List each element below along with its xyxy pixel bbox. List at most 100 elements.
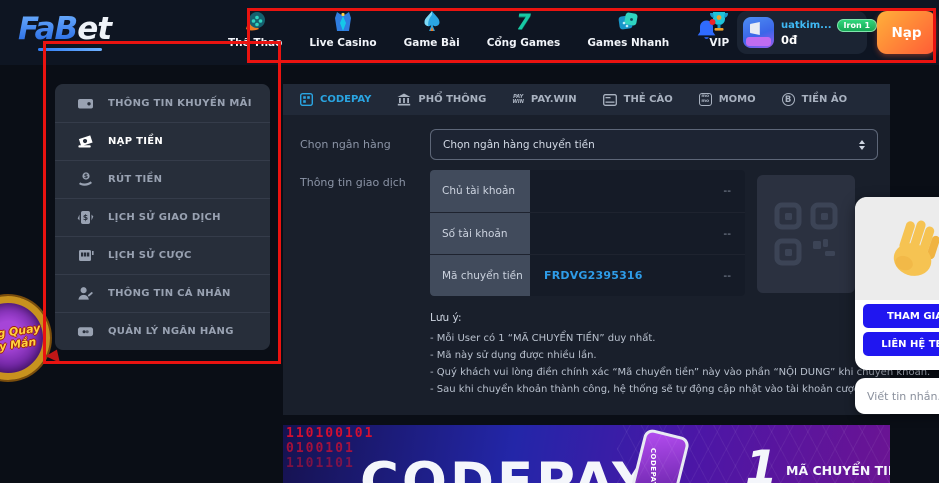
tab-tien-ao[interactable]: B TIỀN ẢO xyxy=(782,93,847,106)
main-nav: Thể Thao Live Casino Game Bài xyxy=(228,9,742,49)
join-telegram-button[interactable]: THAM GIA xyxy=(863,304,939,328)
row-label: Mã chuyển tiền xyxy=(430,255,530,296)
site-logo[interactable]: FaBet xyxy=(18,11,111,47)
momo-icon: momo xyxy=(699,93,712,106)
nav-item-game-bai[interactable]: Game Bài xyxy=(404,9,460,49)
sidebar-item-label: LỊCH SỬ CƯỢC xyxy=(108,250,192,261)
tab-codepay[interactable]: CODEPAY xyxy=(300,93,371,106)
row-label: Chủ tài khoản xyxy=(430,170,530,212)
tab-label: CODEPAY xyxy=(320,94,371,105)
codepay-qr-icon xyxy=(300,93,313,106)
sidebar-item-label: LỊCH SỬ GIAO DỊCH xyxy=(108,212,221,223)
bank-building-icon xyxy=(397,93,411,106)
promo-wallet-icon xyxy=(77,95,94,112)
table-row-transfer-code: Mã chuyển tiền FRDVG2395316 -- xyxy=(430,254,745,296)
transaction-info-label: Thông tin giao dịch xyxy=(300,176,406,189)
tab-label: PAY.WIN xyxy=(531,94,577,105)
balance: 0đ xyxy=(781,33,859,47)
withdraw-hand-icon: $ xyxy=(77,171,94,188)
bank-card-icon xyxy=(77,323,94,340)
logo-underline xyxy=(38,48,102,51)
transfer-code-value: FRDVG2395316 xyxy=(544,269,643,282)
note-line: - Quý khách vui lòng điền chính xác “Mã … xyxy=(430,364,870,381)
table-row-account-number: Số tài khoản -- xyxy=(430,212,745,254)
bell-icon xyxy=(694,17,719,44)
bank-select-label: Chọn ngân hàng xyxy=(300,138,391,151)
logo-text: Fa xyxy=(18,11,55,47)
notes-title: Lưu ý: xyxy=(430,312,870,324)
phone-label: CODEPAY xyxy=(649,448,657,483)
sidebar-item-label: THÔNG TIN CÁ NHÂN xyxy=(108,288,231,299)
qr-code-placeholder xyxy=(757,175,855,293)
top-navigation-bar: FaBet Thể Thao xyxy=(0,0,939,65)
tab-the-cao[interactable]: THẺ CÀO xyxy=(603,94,673,106)
seven-slot-icon: 7 xyxy=(516,9,531,35)
codepay-promo-banner[interactable]: 110100101 0100101 1101101 CODEPAY CODEPA… xyxy=(283,425,890,483)
nav-label: Cổng Games xyxy=(487,37,561,49)
slot-machine-icon xyxy=(77,247,94,264)
row-value: -- xyxy=(723,228,731,240)
note-line: - Sau khi chuyển khoản thành công, hệ th… xyxy=(430,381,870,398)
tab-label: MOMO xyxy=(719,94,756,105)
paywin-logo-icon: PAYWIN xyxy=(512,95,524,105)
nav-item-games-nhanh[interactable]: Games Nhanh xyxy=(587,9,669,49)
svg-text:$: $ xyxy=(84,173,88,180)
sidebar-item-bet-history[interactable]: LỊCH SỬ CƯỢC xyxy=(55,236,270,274)
tab-label: TIỀN ẢO xyxy=(802,94,847,105)
deposit-notes: Lưu ý: - Mỗi User có 1 “MÃ CHUYỂN TIỀN” … xyxy=(430,312,870,398)
payment-method-tabs: CODEPAY PHỔ THÔNG PAYWIN PAY.WIN THẺ CÀO… xyxy=(283,84,890,115)
spade-card-icon xyxy=(420,9,444,35)
nav-item-live-casino[interactable]: Live Casino xyxy=(309,9,376,49)
tab-pho-thong[interactable]: PHỔ THÔNG xyxy=(397,93,486,106)
deposit-button[interactable]: Nạp xyxy=(877,11,936,54)
sidebar-item-label: RÚT TIỀN xyxy=(108,174,162,185)
banner-title: CODEPAY xyxy=(360,452,653,483)
tab-paywin[interactable]: PAYWIN PAY.WIN xyxy=(512,94,576,105)
tab-momo[interactable]: momo MOMO xyxy=(699,93,756,106)
bank-select-value: Chọn ngân hàng chuyển tiền xyxy=(443,139,859,151)
deposit-content-panel: CODEPAY PHỔ THÔNG PAYWIN PAY.WIN THẺ CÀO… xyxy=(283,84,890,415)
note-line: - Mã này sử dụng được nhiều lần. xyxy=(430,347,870,364)
nav-label: Games Nhanh xyxy=(587,37,669,49)
sidebar-item-label: NẠP TIỀN xyxy=(108,136,163,147)
nav-label: Game Bài xyxy=(404,37,460,49)
row-value: -- xyxy=(723,270,731,282)
banner-step-label: MÃ CHUYỂN TIỀN xyxy=(786,463,890,478)
sidebar-item-label: QUẢN LÝ NGÂN HÀNG xyxy=(108,326,234,337)
sports-ball-icon xyxy=(242,9,268,35)
nav-label: Thể Thao xyxy=(228,37,282,49)
nav-item-the-thao[interactable]: Thể Thao xyxy=(228,9,282,49)
note-line: - Mỗi User có 1 “MÃ CHUYỂN TIỀN” duy nhấ… xyxy=(430,330,870,347)
chat-message-input[interactable] xyxy=(867,390,939,403)
contact-telegram-button[interactable]: LIÊN HỆ TEL xyxy=(863,332,939,356)
bitcoin-icon: B xyxy=(782,93,795,106)
chat-widget: THAM GIA LIÊN HỆ TEL xyxy=(855,197,939,370)
select-arrows-icon xyxy=(859,140,865,150)
tab-label: PHỔ THÔNG xyxy=(418,94,486,105)
banner-step-number: 1 xyxy=(745,441,778,483)
wheel-ribbon xyxy=(46,350,64,368)
sidebar-item-transaction-history[interactable]: $ LỊCH SỬ GIAO DỊCH xyxy=(55,198,270,236)
sidebar-item-bank-management[interactable]: QUẢN LÝ NGÂN HÀNG xyxy=(55,312,270,350)
sidebar-item-withdraw[interactable]: $ RÚT TIỀN xyxy=(55,160,270,198)
scratch-card-icon xyxy=(603,94,617,106)
level-badge: Iron 1 xyxy=(837,19,877,32)
sidebar-item-personal-info[interactable]: THÔNG TIN CÁ NHÂN xyxy=(55,274,270,312)
chat-hero xyxy=(855,197,939,300)
sidebar-item-label: THÔNG TIN KHUYẾN MÃI xyxy=(108,98,252,109)
dice-icon xyxy=(615,9,641,35)
svg-text:$: $ xyxy=(83,213,88,222)
nav-item-cong-games[interactable]: 7 Cổng Games xyxy=(487,9,561,49)
table-row-account-holder: Chủ tài khoản -- xyxy=(430,170,745,212)
nav-label: Live Casino xyxy=(309,37,376,49)
bank-select[interactable]: Chọn ngân hàng chuyển tiền xyxy=(430,129,878,160)
qr-code-icon xyxy=(771,199,841,269)
sidebar-item-promotions[interactable]: THÔNG TIN KHUYẾN MÃI xyxy=(55,84,270,122)
transaction-info-table: Chủ tài khoản -- Số tài khoản -- Mã chuy… xyxy=(430,170,745,296)
user-account-card[interactable]: uatkim... Iron 1 0đ xyxy=(737,11,867,54)
waving-hand-icon xyxy=(886,218,939,280)
notification-bell-button[interactable] xyxy=(694,17,719,48)
row-value: -- xyxy=(723,185,731,197)
sidebar-item-deposit[interactable]: NẠP TIỀN xyxy=(55,122,270,160)
deposit-money-icon xyxy=(77,133,94,150)
